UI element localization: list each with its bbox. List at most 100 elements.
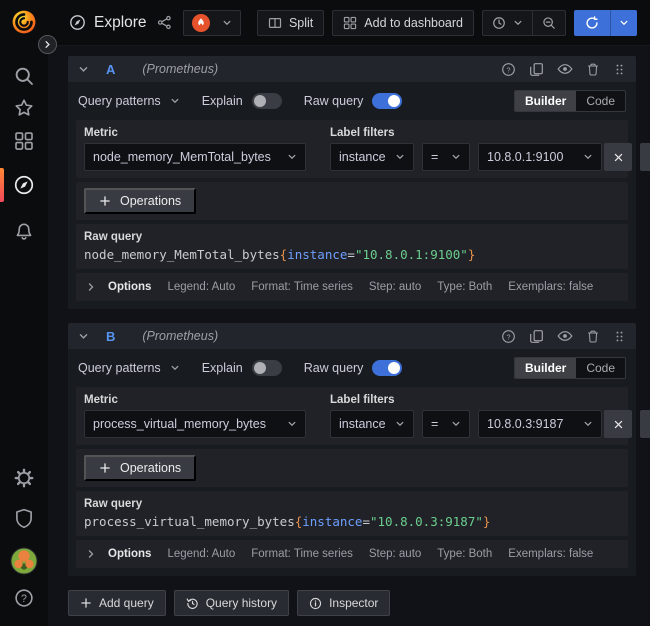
metric-select[interactable]: process_virtual_memory_bytes: [84, 410, 306, 438]
builder-mode-option[interactable]: Builder: [515, 358, 576, 378]
zoom-out-time-button[interactable]: [532, 11, 565, 35]
query-b-editor: Query patterns Explain Raw query Builder…: [68, 349, 636, 576]
explain-label: Explain: [202, 94, 243, 108]
code-mode-option[interactable]: Code: [576, 91, 625, 111]
zoom-out-icon: [542, 16, 556, 30]
filter-value-select[interactable]: 10.8.0.1:9100: [478, 143, 602, 171]
duplicate-query-icon[interactable]: [529, 329, 544, 344]
options-type: Type: Both: [437, 281, 492, 293]
explore-compass-icon: [69, 14, 86, 31]
collapse-chevron-icon[interactable]: [78, 331, 89, 342]
chevron-down-icon: [451, 152, 461, 162]
label-filters-label: Label filters: [330, 394, 650, 406]
prometheus-icon: [192, 14, 210, 32]
hide-response-eye-icon[interactable]: [557, 328, 573, 344]
metric-value: node_memory_MemTotal_bytes: [93, 150, 271, 164]
filter-operator-value: =: [431, 150, 438, 164]
chevron-down-icon: [513, 18, 523, 28]
share-icon[interactable]: [157, 15, 172, 30]
drag-handle-icon[interactable]: [613, 62, 626, 77]
query-a-header[interactable]: A (Prometheus) ?: [68, 56, 636, 82]
options-legend: Legend: Auto: [167, 281, 235, 293]
inspector-button[interactable]: Inspector: [297, 590, 390, 616]
remove-filter-button[interactable]: [604, 410, 632, 438]
refresh-interval-dropdown[interactable]: [610, 10, 637, 36]
raw-query-code: process_virtual_memory_bytes{instance="1…: [84, 514, 620, 529]
chevron-right-icon: [86, 282, 96, 292]
add-operation-button[interactable]: Operations: [84, 188, 196, 214]
sidebar-item-profile[interactable]: [11, 548, 38, 575]
query-actions: ?: [501, 61, 626, 77]
svg-text:?: ?: [506, 332, 510, 341]
grafana-logo[interactable]: [11, 9, 38, 36]
explain-toggle[interactable]: [252, 360, 282, 376]
sidebar-item-dashboards[interactable]: [14, 131, 34, 151]
builder-mode-option[interactable]: Builder: [515, 91, 576, 111]
label-filters-group: Label filters instance = 10.8.: [330, 127, 650, 171]
filter-operator-select[interactable]: =: [422, 143, 470, 171]
drag-handle-icon[interactable]: [613, 329, 626, 344]
sidebar-item-starred[interactable]: [14, 98, 34, 118]
split-button[interactable]: Split: [257, 10, 324, 36]
remove-query-trash-icon[interactable]: [586, 329, 600, 344]
sidebar-item-alerting[interactable]: [14, 221, 34, 241]
query-help-icon[interactable]: ?: [501, 62, 516, 77]
chevron-down-icon: [287, 419, 297, 429]
chevron-down-icon: [583, 419, 593, 429]
remove-filter-button[interactable]: [604, 143, 632, 171]
filter-value-select[interactable]: 10.8.0.3:9187: [478, 410, 602, 438]
hide-response-eye-icon[interactable]: [557, 61, 573, 77]
datasource-picker[interactable]: [183, 10, 241, 36]
raw-query-toggle[interactable]: [372, 93, 402, 109]
code-label-key: instance: [287, 247, 347, 262]
metric-filters-panel: Metric process_virtual_memory_bytes Labe…: [76, 387, 628, 445]
add-filter-button[interactable]: [640, 410, 650, 438]
query-history-label: Query history: [206, 596, 277, 610]
add-filter-button[interactable]: [640, 143, 650, 171]
bell-icon: [14, 221, 34, 241]
sidebar-item-search[interactable]: [14, 66, 34, 86]
filter-operator-select[interactable]: =: [422, 410, 470, 438]
metric-select[interactable]: node_memory_MemTotal_bytes: [84, 143, 306, 171]
explain-label: Explain: [202, 361, 243, 375]
code-mode-option[interactable]: Code: [576, 358, 625, 378]
remove-query-trash-icon[interactable]: [586, 62, 600, 77]
raw-query-label: Raw query: [304, 361, 364, 375]
collapse-chevron-icon[interactable]: [78, 64, 89, 75]
explain-toggle[interactable]: [252, 93, 282, 109]
query-a-editor: Query patterns Explain Raw query Builder…: [68, 82, 636, 309]
duplicate-query-icon[interactable]: [529, 62, 544, 77]
filter-key-select[interactable]: instance: [330, 143, 414, 171]
time-range-picker[interactable]: [483, 11, 532, 35]
query-actions: ?: [501, 328, 626, 344]
add-operation-button[interactable]: Operations: [84, 455, 196, 481]
label-filters-group: Label filters instance = 10.8.: [330, 394, 650, 438]
sidebar-item-configuration[interactable]: [14, 468, 34, 488]
svg-text:?: ?: [506, 65, 510, 74]
options-collapsed-row[interactable]: Options Legend: Auto Format: Time series…: [76, 540, 628, 568]
query-history-button[interactable]: Query history: [174, 590, 289, 616]
query-b-header[interactable]: B (Prometheus) ?: [68, 323, 636, 349]
query-patterns-dropdown[interactable]: Query patterns: [78, 361, 180, 375]
chevron-down-icon: [451, 419, 461, 429]
query-help-icon[interactable]: ?: [501, 329, 516, 344]
sidebar-item-explore[interactable]: [14, 175, 35, 196]
add-to-dashboard-button[interactable]: Add to dashboard: [332, 10, 474, 36]
search-icon: [14, 66, 34, 86]
run-query-button[interactable]: [574, 10, 610, 36]
sidebar-item-server-admin[interactable]: [14, 508, 34, 528]
options-collapsed-row[interactable]: Options Legend: Auto Format: Time series…: [76, 273, 628, 301]
sidebar: ?: [0, 0, 48, 626]
add-query-button[interactable]: Add query: [68, 590, 166, 616]
sidebar-item-help[interactable]: ?: [14, 588, 34, 608]
filter-value: 10.8.0.1:9100: [487, 150, 563, 164]
query-patterns-dropdown[interactable]: Query patterns: [78, 94, 180, 108]
run-query-group: [574, 10, 637, 36]
query-footer-actions: Add query Query history Inspector: [68, 590, 636, 616]
raw-query-toggle[interactable]: [372, 360, 402, 376]
filter-key-select[interactable]: instance: [330, 410, 414, 438]
help-circle-icon: ?: [14, 588, 34, 608]
sidebar-expand-button[interactable]: [38, 35, 57, 54]
metric-filters-panel: Metric node_memory_MemTotal_bytes Label …: [76, 120, 628, 178]
plus-icon: [80, 597, 92, 609]
